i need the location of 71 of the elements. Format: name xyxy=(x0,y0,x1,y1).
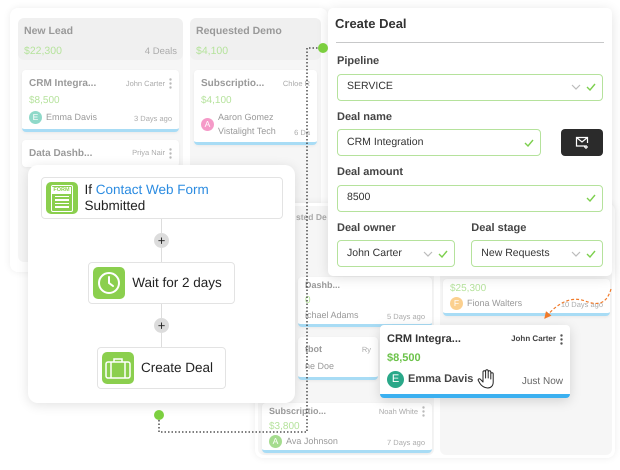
check-icon xyxy=(586,250,596,258)
field-label: Deal stage xyxy=(471,220,528,236)
field-label: Deal amount xyxy=(337,165,404,180)
avatar: A xyxy=(201,118,214,131)
trigger-text: If Contact Web Form Submitted xyxy=(84,182,209,214)
contact-name: Emma Davis xyxy=(408,372,474,387)
check-icon xyxy=(524,138,534,146)
column-total: $4,100 xyxy=(196,44,228,59)
deal-amount: 0 xyxy=(305,294,312,308)
kebab-menu-icon[interactable] xyxy=(560,334,563,345)
deal-amount: $3,800 xyxy=(269,420,301,434)
email-button[interactable] xyxy=(561,129,603,156)
select-field[interactable]: New Requests xyxy=(471,240,604,267)
select-field[interactable]: John Carter xyxy=(337,240,456,267)
contact-name: Ava Johnson xyxy=(286,434,338,448)
envelope-plus-icon xyxy=(575,136,589,149)
column-title: Requested Demo xyxy=(196,24,283,39)
column-title: sted De xyxy=(296,211,327,224)
step-label: Create Deal xyxy=(140,360,214,376)
form-link[interactable]: Contact Web Form xyxy=(96,182,209,197)
deal-title: Dashb... xyxy=(305,279,340,292)
select-field[interactable]: SERVICE xyxy=(337,74,603,100)
field-label: Pipeline xyxy=(337,54,380,69)
check-icon xyxy=(586,194,596,202)
chevron-down-icon xyxy=(423,250,434,256)
step-label: Wait for 2 days xyxy=(132,275,222,292)
dialog-title: Create Deal xyxy=(334,15,408,33)
contact-name: Emma Davis xyxy=(46,111,98,124)
field-label: Deal owner xyxy=(337,220,397,236)
check-icon xyxy=(438,250,448,258)
time-ago: Just Now xyxy=(522,375,563,389)
connector-dot xyxy=(154,410,164,420)
avatar: E xyxy=(29,111,42,124)
contact-name: Fiona Walters xyxy=(467,297,522,310)
text-field[interactable]: 8500 xyxy=(337,184,603,212)
contact-name: ichael Adams xyxy=(305,308,359,322)
column-title: New Lead xyxy=(24,24,74,39)
check-icon xyxy=(586,83,596,91)
avatar: A xyxy=(269,434,282,448)
avatar: F xyxy=(450,297,463,310)
avatar: E xyxy=(387,370,404,388)
workflow-step[interactable]: Create Deal xyxy=(96,347,226,390)
company-name: Vistalight Tech xyxy=(218,124,276,138)
deal-title: Data Dashb... xyxy=(29,146,92,160)
field-label: Deal name xyxy=(337,110,394,124)
text-field[interactable]: CRM Integration xyxy=(337,129,541,156)
deal-title: CRM Integra... xyxy=(29,77,96,91)
connector-dot xyxy=(318,43,328,53)
deal-title: Subscriptio... xyxy=(201,77,264,91)
briefcase-icon xyxy=(104,357,131,380)
add-step-button[interactable]: + xyxy=(154,318,169,334)
deal-amount: $4,100 xyxy=(201,94,233,108)
workflow-step[interactable]: Wait for 2 days xyxy=(88,262,235,304)
hand-cursor-icon xyxy=(477,369,496,389)
owner-name: John Carter xyxy=(511,333,556,346)
column-total: $22,300 xyxy=(24,44,62,59)
chevron-down-icon xyxy=(571,250,582,256)
add-step-button[interactable]: + xyxy=(154,233,169,248)
deal-card[interactable]: CRM Integra... John Carter $8,500 E Emma Davis Just Now xyxy=(380,325,570,398)
chevron-down-icon xyxy=(571,84,581,90)
deal-amount: $8,500 xyxy=(29,94,61,108)
deal-title: CRM Integra... xyxy=(387,332,461,347)
deal-title: tbot xyxy=(305,343,322,356)
deal-amount: $8,500 xyxy=(387,350,422,366)
deal-title: Subscriptio... xyxy=(269,405,326,418)
contact-name: Aaron Gomez xyxy=(218,111,275,124)
clock-icon xyxy=(97,271,122,296)
curved-arrow xyxy=(544,288,612,319)
contact-name: ne Doe xyxy=(305,360,334,372)
deal-amount: $25,300 xyxy=(450,282,488,296)
deal-count: 4 Deals xyxy=(144,44,177,58)
